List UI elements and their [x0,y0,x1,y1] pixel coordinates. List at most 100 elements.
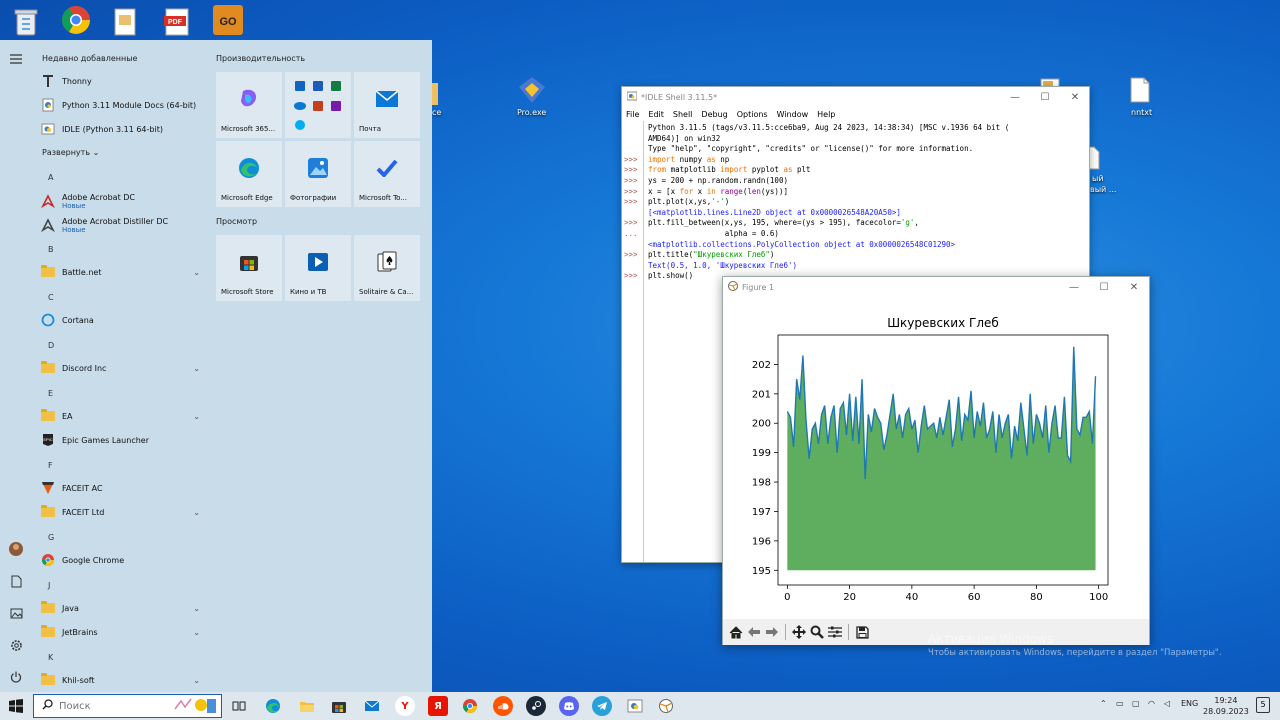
clock[interactable]: 19:24 28.09.2023 [1203,695,1249,717]
settings-icon[interactable] [6,635,26,655]
app-item-thonny[interactable]: Thonny [40,70,206,92]
file-icon[interactable] [105,4,145,40]
app-item-cortana[interactable]: Cortana [40,309,206,331]
tile-store[interactable]: Microsoft Store [216,235,282,301]
edge-icon[interactable] [263,696,283,716]
folder-faceit-ltd[interactable]: FACEIT Ltd ⌄ [40,501,206,523]
zoom-icon[interactable] [808,623,826,641]
nntxt-icon[interactable] [1120,72,1160,108]
language-indicator[interactable]: ENG [1181,699,1198,708]
task-view-icon[interactable] [229,696,249,716]
tile-photos[interactable]: Фотографии [285,141,351,207]
yandex-browser-icon[interactable]: Y [395,696,415,716]
app-item-acrobat[interactable]: Adobe Acrobat DC Новые [40,188,206,214]
power-icon[interactable] [6,667,26,687]
menu-file[interactable]: File [626,110,639,119]
maximize-button[interactable]: ☐ [1030,87,1060,107]
notification-center-button[interactable]: 5 [1256,697,1270,713]
save-icon[interactable] [853,623,871,641]
forward-icon[interactable] [763,623,781,641]
letter-header[interactable]: E [48,389,53,398]
letter-header[interactable]: K [48,653,53,662]
search-box[interactable] [33,694,222,718]
title-bar[interactable]: *IDLE Shell 3.11.5* — ☐ ✕ [622,87,1089,107]
maximize-button[interactable]: ☐ [1089,277,1119,297]
discord-icon[interactable] [559,696,579,716]
tile-mail[interactable]: Почта [354,72,420,138]
yandex-icon[interactable]: Я [428,696,448,716]
search-input[interactable] [59,700,169,712]
monitor-icon[interactable]: ▢ [1132,699,1140,708]
pro-exe-icon[interactable] [512,72,552,108]
idle-icon[interactable] [656,696,676,716]
letter-header[interactable]: A [48,173,53,182]
explorer-icon[interactable] [297,696,317,716]
tile-movies[interactable]: Кино и ТВ [285,235,351,301]
network-icon[interactable]: ▭ [1116,699,1124,708]
app-item-acrobat-distiller[interactable]: Adobe Acrobat Distiller DC Новые [40,212,206,238]
figure-title-bar[interactable]: Figure 1 — ☐ ✕ [723,277,1149,297]
app-item-python-docs[interactable]: Python 3.11 Module Docs (64-bit) [40,94,206,116]
y-tick-label: 195 [752,566,771,577]
avatar[interactable] [6,539,26,559]
home-icon[interactable] [727,623,745,641]
mail-icon[interactable] [362,696,382,716]
windows-start-icon[interactable] [6,696,26,716]
expand-button[interactable]: Развернуть ⌄ [42,148,99,157]
letter-header[interactable]: B [48,245,54,254]
menu-edit[interactable]: Edit [648,110,664,119]
chrome-icon[interactable] [56,2,96,38]
documents-icon[interactable] [6,571,26,591]
back-icon[interactable] [745,623,763,641]
tile-edge[interactable]: Microsoft Edge [216,141,282,207]
folder-jetbrains[interactable]: JetBrains ⌄ [40,621,206,643]
menu-shell[interactable]: Shell [673,110,693,119]
telegram-icon[interactable] [592,696,612,716]
minimize-button[interactable]: — [1000,87,1030,107]
tile-microsoft-365[interactable]: Microsoft 365... [216,72,282,138]
pan-icon[interactable] [790,623,808,641]
app-item-epic[interactable]: EPIC Epic Games Launcher [40,429,206,451]
close-button[interactable]: ✕ [1119,277,1149,297]
letter-header[interactable]: G [48,533,54,542]
chrome-icon[interactable] [460,696,480,716]
menu-window[interactable]: Window [777,110,809,119]
pictures-icon[interactable] [6,603,26,623]
app-item-google-chrome[interactable]: Google Chrome [40,549,206,571]
letter-header[interactable]: J [48,581,50,590]
letter-header[interactable]: C [48,293,54,302]
folder-khil-soft[interactable]: Khil-soft ⌄ [40,669,206,691]
tile-office-apps[interactable] [285,72,351,138]
app-item-idle[interactable]: IDLE (Python 3.11 64-bit) [40,118,206,140]
menu-debug[interactable]: Debug [701,110,727,119]
folder-battlenet[interactable]: Battle.net ⌄ [40,261,206,283]
pdf-icon[interactable]: PDF [157,4,197,40]
group-title[interactable]: Просмотр [216,217,257,226]
csgo-icon[interactable]: GO [208,2,248,38]
app-label: Adobe Acrobat Distiller DC [62,216,169,226]
menu-options[interactable]: Options [737,110,768,119]
close-button[interactable]: ✕ [1060,87,1090,107]
minimize-button[interactable]: — [1059,277,1089,297]
group-title[interactable]: Производительность [216,54,305,63]
store-icon[interactable] [329,696,349,716]
hamburger-icon[interactable] [6,49,26,69]
steam-icon[interactable] [526,696,546,716]
configure-icon[interactable] [826,623,844,641]
letter-header[interactable]: F [48,461,53,470]
volume-icon[interactable]: ◁ [1164,699,1170,708]
recycle-bin-icon[interactable] [6,4,46,40]
plot-canvas[interactable]: 0 20 40 60 80 100 195 196 197 198 199 200 201 202 Шкур… [723,297,1149,619]
wifi-icon[interactable]: ◠ [1148,699,1155,708]
tile-solitaire[interactable]: Solitaire & Ca... [354,235,420,301]
show-hidden-icons[interactable]: ⌃ [1100,699,1107,708]
soundcloud-icon[interactable] [493,696,513,716]
letter-header[interactable]: D [48,341,54,350]
folder-java[interactable]: Java ⌄ [40,597,206,619]
python-icon[interactable] [625,696,645,716]
tile-todo[interactable]: Microsoft To... [354,141,420,207]
menu-help[interactable]: Help [817,110,835,119]
app-item-faceit-ac[interactable]: FACEIT AC [40,477,206,499]
folder-discord[interactable]: Discord Inc ⌄ [40,357,206,379]
folder-ea[interactable]: EA ⌄ [40,405,206,427]
